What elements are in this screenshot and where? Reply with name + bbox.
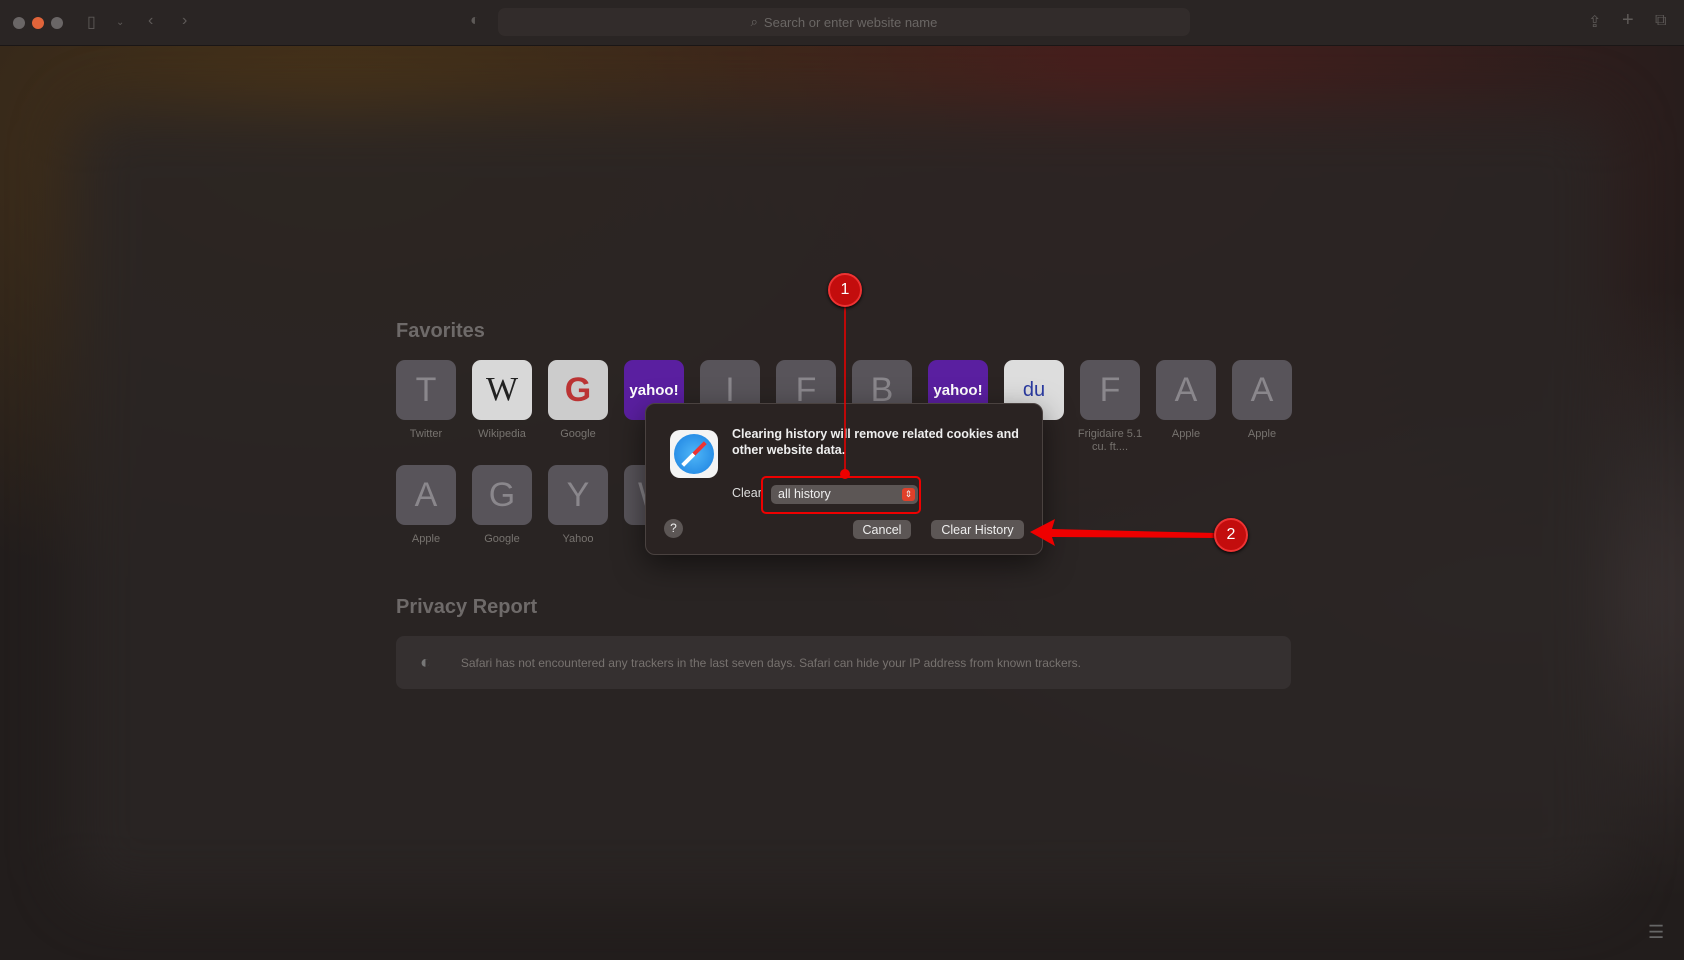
annotation-arrow [1030, 519, 1216, 546]
annotation-overlay [761, 300, 1216, 546]
step-badge-2: 2 [1214, 518, 1248, 552]
highlight-box [761, 476, 921, 514]
step-badge-1: 1 [828, 273, 862, 307]
annotation-dot [840, 469, 850, 479]
